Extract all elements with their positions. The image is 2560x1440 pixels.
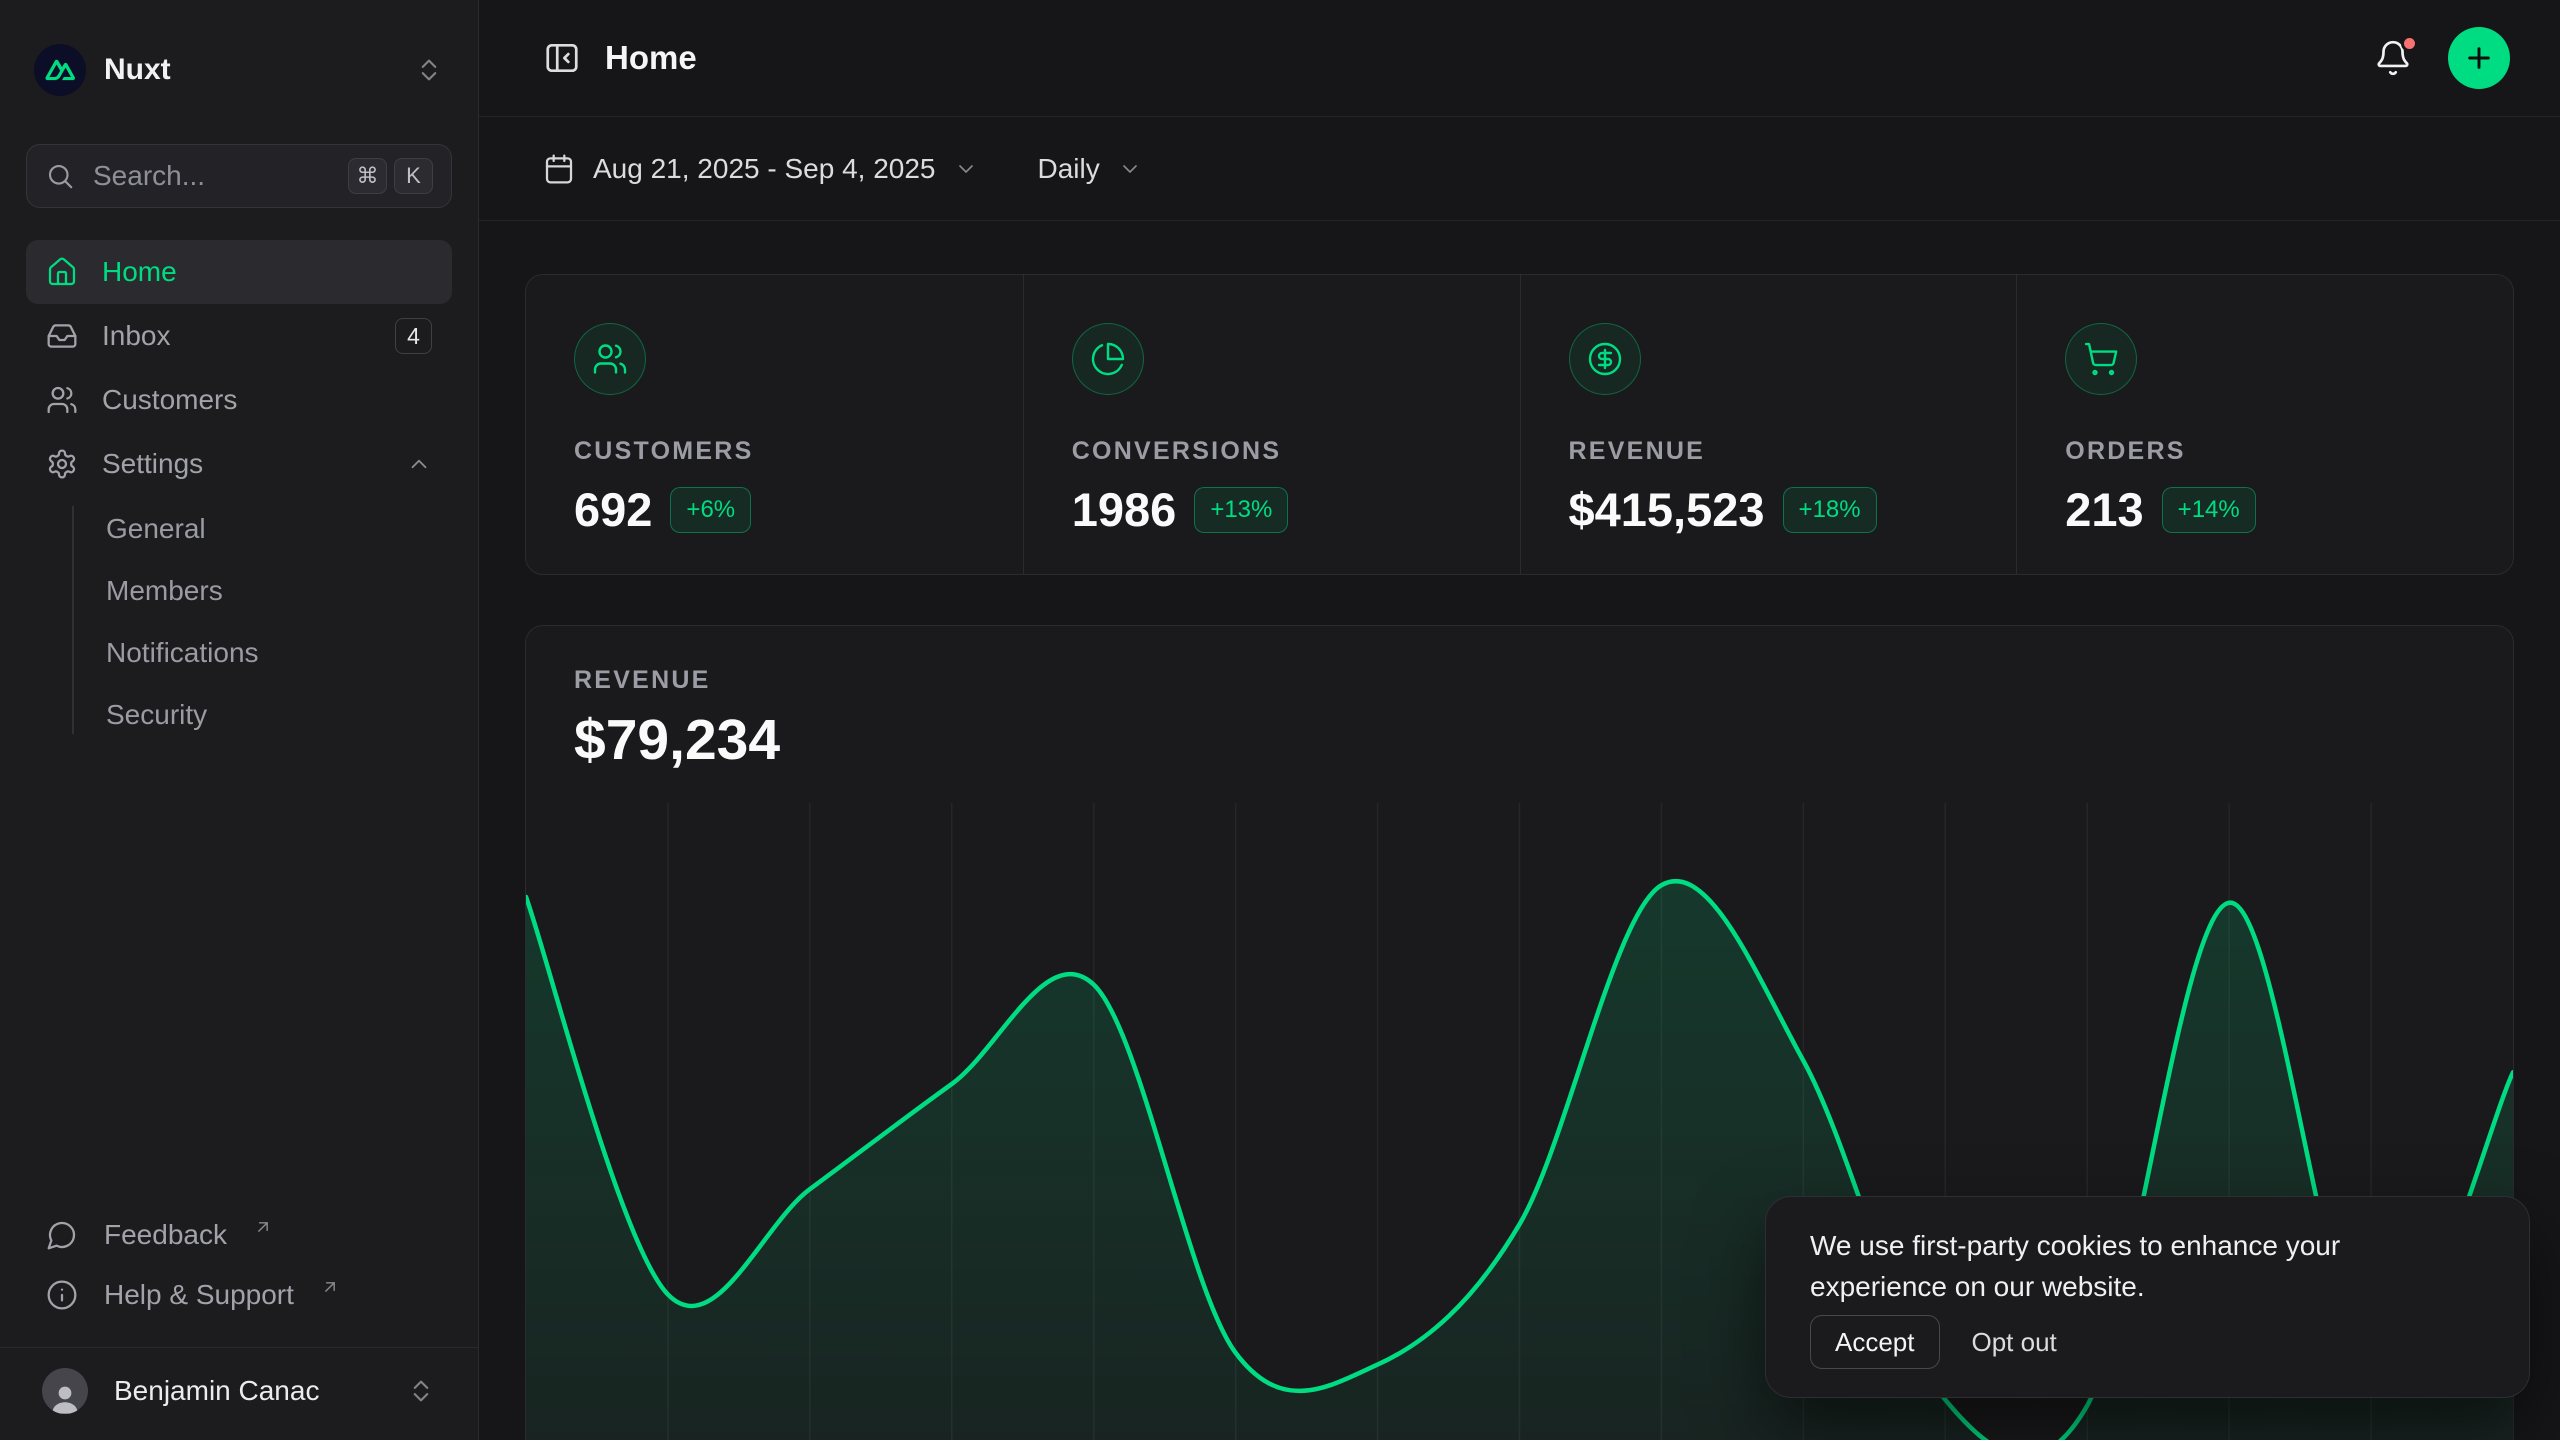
cookie-banner: We use first-party cookies to enhance yo… — [1765, 1196, 2530, 1398]
sidebar-item-feedback[interactable]: Feedback — [26, 1205, 452, 1265]
date-range-picker[interactable]: Aug 21, 2025 - Sep 4, 2025 — [543, 153, 978, 185]
kbd-k: K — [394, 158, 433, 194]
granularity-select[interactable]: Daily — [1038, 153, 1142, 185]
info-icon — [46, 1279, 78, 1311]
inbox-count-badge: 4 — [395, 318, 432, 354]
stat-value: $415,523 — [1569, 482, 1765, 537]
panel-left-icon — [543, 39, 581, 77]
stat-value: 692 — [574, 482, 652, 537]
users-icon — [592, 341, 628, 377]
pie-chart-icon — [1090, 341, 1126, 377]
search-icon — [45, 161, 75, 191]
sidebar-item-label: Customers — [102, 384, 237, 416]
user-menu[interactable]: Benjamin Canac — [26, 1348, 452, 1440]
app-root: Nuxt Search... ⌘ K Home Inbox 4 Cu — [0, 0, 2560, 1440]
stat-value: 213 — [2065, 482, 2143, 537]
stat-delta-badge: +6% — [670, 487, 751, 533]
search-placeholder: Search... — [93, 160, 205, 192]
notification-dot — [2401, 35, 2418, 52]
stat-label: CUSTOMERS — [574, 437, 975, 466]
workspace-switcher[interactable]: Nuxt — [26, 36, 452, 104]
chevron-down-icon — [1118, 157, 1142, 181]
home-icon — [46, 256, 78, 288]
sidebar-footer-nav: Feedback Help & Support — [26, 1205, 452, 1325]
stats-row: CUSTOMERS 692 +6% CONVERSIONS 1986 +13% — [525, 274, 2514, 575]
external-link-icon — [253, 1217, 273, 1237]
search-input[interactable]: Search... ⌘ K — [26, 144, 452, 208]
sidebar-item-notifications[interactable]: Notifications — [106, 622, 452, 684]
stat-card-orders[interactable]: ORDERS 213 +14% — [2016, 275, 2513, 575]
stat-card-conversions[interactable]: CONVERSIONS 1986 +13% — [1023, 275, 1520, 575]
sidebar-item-label: Help & Support — [104, 1279, 294, 1311]
sidebar-item-general[interactable]: General — [106, 498, 452, 560]
sidebar-item-label: Settings — [102, 448, 203, 480]
sidebar-item-inbox[interactable]: Inbox 4 — [26, 304, 452, 368]
chevron-down-icon — [954, 157, 978, 181]
optout-cookies-button[interactable]: Opt out — [1972, 1327, 2057, 1358]
sidebar-item-security[interactable]: Security — [106, 684, 452, 746]
external-link-icon — [320, 1277, 340, 1297]
avatar — [42, 1368, 88, 1414]
stat-label: CONVERSIONS — [1072, 437, 1472, 466]
topbar: Home — [479, 0, 2560, 117]
nuxt-logo — [34, 44, 86, 96]
shopping-cart-icon — [2083, 341, 2119, 377]
users-icon — [46, 384, 78, 416]
sidebar-item-label: Feedback — [104, 1219, 227, 1251]
sidebar-item-help-support[interactable]: Help & Support — [26, 1265, 452, 1325]
sidebar: Nuxt Search... ⌘ K Home Inbox 4 Cu — [0, 0, 479, 1440]
stat-value: 1986 — [1072, 482, 1177, 537]
new-item-button[interactable] — [2448, 27, 2510, 89]
message-circle-icon — [46, 1219, 78, 1251]
chevron-up-icon — [406, 451, 432, 477]
sidebar-item-home[interactable]: Home — [26, 240, 452, 304]
settings-subnav: General Members Notifications Security — [26, 498, 452, 746]
sidebar-item-label: Inbox — [102, 320, 171, 352]
filter-bar: Aug 21, 2025 - Sep 4, 2025 Daily — [479, 117, 2560, 221]
page-title: Home — [605, 39, 697, 77]
circle-dollar-icon — [1587, 341, 1623, 377]
plus-icon — [2463, 42, 2495, 74]
chevron-up-down-icon — [414, 55, 444, 85]
revenue-label: REVENUE — [574, 666, 2465, 695]
stat-icon-circle — [1569, 323, 1641, 395]
date-range-label: Aug 21, 2025 - Sep 4, 2025 — [593, 153, 936, 185]
stat-icon-circle — [1072, 323, 1144, 395]
gear-icon — [46, 448, 78, 480]
stat-card-revenue[interactable]: REVENUE $415,523 +18% — [1520, 275, 2017, 575]
sidebar-spacer — [26, 746, 452, 1205]
inbox-icon — [46, 320, 78, 352]
stat-delta-badge: +14% — [2162, 487, 2256, 533]
stat-card-customers[interactable]: CUSTOMERS 692 +6% — [526, 275, 1023, 575]
stat-delta-badge: +13% — [1194, 487, 1288, 533]
chevron-up-down-icon — [406, 1376, 436, 1406]
stat-icon-circle — [2065, 323, 2137, 395]
revenue-value: $79,234 — [574, 707, 2465, 773]
sidebar-item-label: Home — [102, 256, 177, 288]
sidebar-item-settings[interactable]: Settings — [26, 432, 452, 496]
granularity-label: Daily — [1038, 153, 1100, 185]
collapse-sidebar-button[interactable] — [543, 39, 581, 77]
cookie-message: We use first-party cookies to enhance yo… — [1810, 1225, 2450, 1308]
kbd-meta: ⌘ — [348, 158, 387, 194]
stat-label: REVENUE — [1569, 437, 1969, 466]
sidebar-nav: Home Inbox 4 Customers Settings General … — [26, 240, 452, 746]
stat-label: ORDERS — [2065, 437, 2465, 466]
calendar-icon — [543, 153, 575, 185]
notifications-button[interactable] — [2374, 39, 2412, 77]
stat-delta-badge: +18% — [1783, 487, 1877, 533]
sidebar-item-members[interactable]: Members — [106, 560, 452, 622]
accept-cookies-button[interactable]: Accept — [1810, 1315, 1940, 1369]
brand-name: Nuxt — [104, 53, 171, 87]
stat-icon-circle — [574, 323, 646, 395]
search-shortcut: ⌘ K — [348, 158, 433, 194]
user-name: Benjamin Canac — [114, 1375, 319, 1407]
sidebar-item-customers[interactable]: Customers — [26, 368, 452, 432]
